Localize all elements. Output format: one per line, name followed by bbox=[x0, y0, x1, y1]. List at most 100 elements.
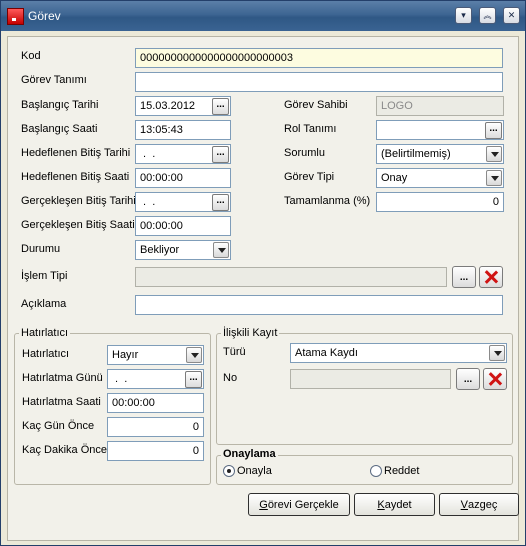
turu-label: Türü bbox=[223, 346, 246, 358]
hedef-bitis-saati-label: Hedeflenen Bitiş Saati bbox=[21, 171, 130, 183]
islem-tipi-label: İşlem Tipi bbox=[21, 270, 68, 282]
baslangic-tarihi-value: 15.03.2012 bbox=[140, 100, 196, 112]
tamamlanma-label: Tamamlanma (%) bbox=[284, 195, 371, 207]
sorumlu-value: (Belirtilmemiş) bbox=[381, 148, 451, 160]
rol-tanimi-lookup-button[interactable]: ... bbox=[485, 122, 502, 139]
hatirlatici-value: Hayır bbox=[112, 349, 139, 361]
minimize-button[interactable]: ▾ bbox=[455, 7, 472, 24]
red-x-icon bbox=[488, 372, 502, 386]
no-field[interactable] bbox=[290, 369, 451, 389]
gercek-bitis-tarihi-field[interactable]: . . ... bbox=[135, 192, 231, 212]
gorev-tanimi-label: Görev Tanımı bbox=[21, 74, 87, 86]
form-client-area: Kod 0000000000000000000000003 Görev Tanı… bbox=[7, 36, 519, 541]
chevron-down-icon[interactable] bbox=[489, 345, 505, 361]
kac-gun-once-field[interactable]: 0 bbox=[107, 417, 204, 437]
no-lookup-button[interactable]: ... bbox=[456, 368, 480, 390]
baslangic-tarihi-lookup-button[interactable]: ... bbox=[212, 98, 229, 115]
sorumlu-label: Sorumlu bbox=[284, 147, 325, 159]
gorevi-gerceklestir-button[interactable]: Görevi Gerçekle bbox=[248, 493, 350, 516]
sorumlu-combobox[interactable]: (Belirtilmemiş) bbox=[376, 144, 504, 164]
chevron-down-icon[interactable] bbox=[486, 146, 502, 162]
tamamlanma-field[interactable]: 0 bbox=[376, 192, 504, 212]
ellipsis-icon: ... bbox=[216, 99, 225, 110]
ellipsis-icon: ... bbox=[216, 147, 225, 158]
hatirlatma-saati-field[interactable]: 00:00:00 bbox=[107, 393, 204, 413]
vazgec-mnemonic: V bbox=[460, 498, 468, 511]
aciklama-label: Açıklama bbox=[21, 298, 67, 310]
ellipsis-icon: ... bbox=[189, 372, 198, 383]
hatirlatma-saati-label: Hatırlatma Saati bbox=[22, 396, 101, 408]
vazgec-label: azgeç bbox=[467, 498, 498, 511]
gorev-tanimi-field[interactable] bbox=[135, 72, 503, 92]
gercek-bitis-saati-label: Gerçekleşen Bitiş Saati bbox=[21, 219, 135, 231]
gorevi-gerceklestir-mnemonic: G bbox=[259, 498, 268, 511]
iliskili-kayit-group-title: İlişkili Kayıt bbox=[221, 327, 280, 339]
no-clear-button[interactable] bbox=[483, 368, 507, 390]
gercek-bitis-tarihi-lookup-button[interactable]: ... bbox=[212, 194, 229, 211]
onayla-radio[interactable]: Onayla bbox=[223, 465, 272, 477]
kac-dakika-once-label: Kaç Dakika Önce bbox=[22, 444, 107, 456]
maximize-button[interactable]: ︽ bbox=[479, 7, 496, 24]
hedef-bitis-tarihi-value: . . bbox=[140, 148, 156, 160]
kac-dakika-once-field[interactable]: 0 bbox=[107, 441, 204, 461]
onaylama-group-title: Onaylama bbox=[221, 448, 278, 460]
islem-tipi-clear-button[interactable] bbox=[479, 266, 503, 288]
baslangic-saati-field[interactable]: 13:05:43 bbox=[135, 120, 231, 140]
close-button[interactable]: ✕ bbox=[503, 7, 520, 24]
task-window: Görev ▾ ︽ ✕ Kod 000000000000000000000000… bbox=[0, 0, 526, 546]
radio-unchecked-icon bbox=[370, 465, 382, 477]
app-icon bbox=[7, 8, 24, 25]
ellipsis-icon: ... bbox=[459, 272, 469, 283]
baslangic-tarihi-label: Başlangıç Tarihi bbox=[21, 99, 99, 111]
hatirlatma-gunu-field[interactable]: . . ... bbox=[107, 369, 204, 389]
gorev-sahibi-field[interactable]: LOGO bbox=[376, 96, 504, 116]
chevron-down-icon[interactable] bbox=[486, 170, 502, 186]
rol-tanimi-field[interactable]: ... bbox=[376, 120, 504, 140]
hedef-bitis-tarihi-lookup-button[interactable]: ... bbox=[212, 146, 229, 163]
aciklama-field[interactable] bbox=[135, 295, 503, 315]
chevron-down-icon[interactable] bbox=[186, 347, 202, 363]
reddet-radio-label: Reddet bbox=[384, 465, 420, 477]
iliskili-kayit-group: İlişkili Kayıt Türü Atama Kaydı No ... bbox=[216, 327, 513, 445]
durumu-combobox[interactable]: Bekliyor bbox=[135, 240, 231, 260]
chevron-down-icon[interactable] bbox=[213, 242, 229, 258]
kaydet-mnemonic: K bbox=[377, 498, 385, 511]
hedef-bitis-saati-field[interactable]: 00:00:00 bbox=[135, 168, 231, 188]
onayla-radio-label: Onayla bbox=[237, 465, 272, 477]
kaydet-button[interactable]: Kaydet bbox=[354, 493, 435, 516]
radio-checked-icon bbox=[223, 465, 235, 477]
hatirlatici-group-title: Hatırlatıcı bbox=[19, 327, 71, 339]
reddet-radio[interactable]: Reddet bbox=[370, 465, 419, 477]
turu-combobox[interactable]: Atama Kaydı bbox=[290, 343, 507, 363]
baslangic-tarihi-field[interactable]: 15.03.2012 ... bbox=[135, 96, 231, 116]
window-title: Görev bbox=[28, 9, 61, 23]
gorev-tipi-combobox[interactable]: Onay bbox=[376, 168, 504, 188]
rol-tanimi-label: Rol Tanımı bbox=[284, 123, 337, 135]
vazgec-button[interactable]: Vazgeç bbox=[439, 493, 519, 516]
ellipsis-icon: ... bbox=[463, 374, 473, 385]
hatirlatma-gunu-label: Hatırlatma Günü bbox=[22, 372, 103, 384]
islem-tipi-lookup-button[interactable]: ... bbox=[452, 266, 476, 288]
gercek-bitis-tarihi-label: Gerçekleşen Bitiş Tarihi bbox=[21, 195, 136, 207]
ellipsis-icon: ... bbox=[216, 195, 225, 206]
kod-field[interactable]: 0000000000000000000000003 bbox=[135, 48, 503, 68]
no-label: No bbox=[223, 372, 238, 384]
hatirlatma-gunu-lookup-button[interactable]: ... bbox=[185, 371, 202, 388]
ellipsis-icon: ... bbox=[489, 123, 498, 134]
red-x-icon bbox=[484, 270, 498, 284]
onaylama-group: Onaylama Onayla Reddet bbox=[216, 448, 513, 485]
chevron-down-icon: ▾ bbox=[461, 10, 466, 21]
gercek-bitis-saati-field[interactable]: 00:00:00 bbox=[135, 216, 231, 236]
gercek-bitis-tarihi-value: . . bbox=[140, 196, 156, 208]
hatirlatma-gunu-value: . . bbox=[112, 373, 128, 385]
hatirlatici-group: Hatırlatıcı Hatırlatıcı Hayır Hatırlatma… bbox=[14, 327, 211, 485]
chevron-up-double-icon: ︽ bbox=[483, 10, 492, 20]
close-icon: ✕ bbox=[507, 10, 516, 21]
kod-label: Kod bbox=[21, 50, 41, 62]
hatirlatici-combobox[interactable]: Hayır bbox=[107, 345, 204, 365]
hedef-bitis-tarihi-field[interactable]: . . ... bbox=[135, 144, 231, 164]
title-bar[interactable]: Görev ▾ ︽ ✕ bbox=[1, 1, 525, 31]
gorev-tipi-label: Görev Tipi bbox=[284, 171, 335, 183]
islem-tipi-field[interactable] bbox=[135, 267, 447, 287]
durumu-value: Bekliyor bbox=[140, 244, 180, 256]
